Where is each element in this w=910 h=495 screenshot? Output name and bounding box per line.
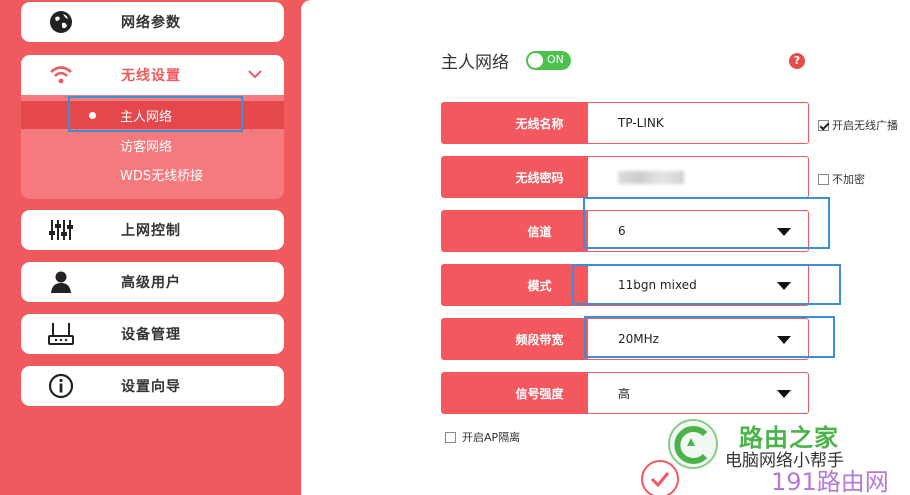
power-row: 信号强度 高 bbox=[441, 372, 809, 414]
channel-row: 信道 6 bbox=[441, 210, 809, 252]
bandwidth-value: 20MHz bbox=[618, 332, 659, 346]
toggle-knob bbox=[528, 53, 543, 68]
toggle-state: ON bbox=[547, 53, 564, 66]
checkbox-unchecked-icon bbox=[445, 431, 456, 443]
watermark: 路由之家 电脑网络小帮手 191路由网 bbox=[661, 412, 910, 495]
watermark-logo-icon bbox=[668, 419, 718, 469]
channel-value: 6 bbox=[618, 224, 626, 238]
power-value: 高 bbox=[618, 386, 631, 401]
sliders-icon bbox=[48, 217, 74, 243]
nav-setup-wizard[interactable]: 设置向导 bbox=[21, 366, 284, 406]
submenu-item-main-network[interactable]: 主人网络 bbox=[21, 101, 284, 129]
page-title: 主人网络 bbox=[441, 53, 509, 73]
ap-isolation-label: 开启AP隔离 bbox=[462, 431, 521, 444]
channel-label: 信道 bbox=[441, 210, 588, 252]
password-input[interactable] bbox=[588, 156, 809, 198]
power-select[interactable]: 高 bbox=[588, 372, 809, 414]
broadcast-label: 开启无线广播 bbox=[832, 119, 898, 132]
watermark-site: 191路由网 bbox=[771, 468, 889, 495]
wifi-icon bbox=[48, 62, 74, 88]
bandwidth-select[interactable]: 20MHz bbox=[588, 318, 809, 360]
nav-label: 网络参数 bbox=[121, 15, 181, 31]
router-icon bbox=[48, 321, 74, 347]
bandwidth-label: 频段带宽 bbox=[441, 318, 588, 360]
ssid-label: 无线名称 bbox=[441, 102, 588, 144]
caret-down-icon bbox=[777, 390, 791, 398]
nav-label: 无线设置 bbox=[121, 68, 181, 84]
chevron-down-icon[interactable] bbox=[247, 68, 263, 80]
submenu-label: 访客网络 bbox=[120, 139, 173, 155]
nav-internet-control[interactable]: 上网控制 bbox=[21, 210, 284, 250]
help-icon[interactable]: ? bbox=[789, 53, 805, 69]
broadcast-checkbox[interactable]: 开启无线广播 bbox=[818, 117, 898, 133]
nav-advanced-user[interactable]: 高级用户 bbox=[21, 262, 284, 302]
submenu-item-wds-bridge[interactable]: WDS无线桥接 bbox=[21, 160, 284, 188]
globe-icon bbox=[48, 9, 74, 35]
blurred-password bbox=[618, 170, 684, 184]
ap-isolation-checkbox[interactable]: 开启AP隔离 bbox=[445, 429, 520, 445]
nav-label: 高级用户 bbox=[121, 275, 181, 291]
nav-label: 设置向导 bbox=[121, 379, 181, 395]
ssid-row: 无线名称 TP-LINK bbox=[441, 102, 809, 144]
checkbox-unchecked-icon bbox=[818, 173, 829, 185]
no-encrypt-checkbox[interactable]: 不加密 bbox=[818, 171, 865, 187]
mode-row: 模式 11bgn mixed bbox=[441, 264, 809, 306]
nav-label: 设备管理 bbox=[121, 327, 181, 343]
power-label: 信号强度 bbox=[441, 372, 588, 414]
ssid-input[interactable]: TP-LINK bbox=[588, 102, 809, 144]
checkbox-checked-icon bbox=[818, 119, 829, 131]
nav-network-params[interactable]: 网络参数 bbox=[21, 2, 284, 42]
submenu-label: 主人网络 bbox=[120, 109, 173, 125]
submenu-label: WDS无线桥接 bbox=[120, 168, 204, 184]
channel-select[interactable]: 6 bbox=[588, 210, 809, 252]
nav-label: 上网控制 bbox=[121, 223, 181, 239]
ssid-value: TP-LINK bbox=[618, 116, 664, 130]
caret-down-icon bbox=[777, 282, 791, 290]
info-icon bbox=[48, 373, 74, 399]
bandwidth-row: 频段带宽 20MHz bbox=[441, 318, 809, 360]
wireless-submenu: 主人网络 访客网络 WDS无线桥接 bbox=[21, 95, 284, 199]
no-encrypt-label: 不加密 bbox=[832, 173, 865, 186]
password-row: 无线密码 bbox=[441, 156, 809, 198]
active-dot-icon bbox=[89, 112, 96, 119]
submenu-item-guest-network[interactable]: 访客网络 bbox=[21, 131, 284, 159]
sidebar: 网络参数 无线设置 主人网络 访客网络 WDS无线桥接 上网控制 高级用户 设备… bbox=[0, 0, 300, 495]
caret-down-icon bbox=[777, 228, 791, 236]
mode-select[interactable]: 11bgn mixed bbox=[588, 264, 809, 306]
nav-device-management[interactable]: 设备管理 bbox=[21, 314, 284, 354]
wireless-toggle[interactable]: ON bbox=[526, 51, 571, 70]
caret-down-icon bbox=[777, 336, 791, 344]
mode-label: 模式 bbox=[441, 264, 588, 306]
mode-value: 11bgn mixed bbox=[618, 278, 697, 292]
user-icon bbox=[48, 269, 74, 295]
password-label: 无线密码 bbox=[441, 156, 588, 198]
